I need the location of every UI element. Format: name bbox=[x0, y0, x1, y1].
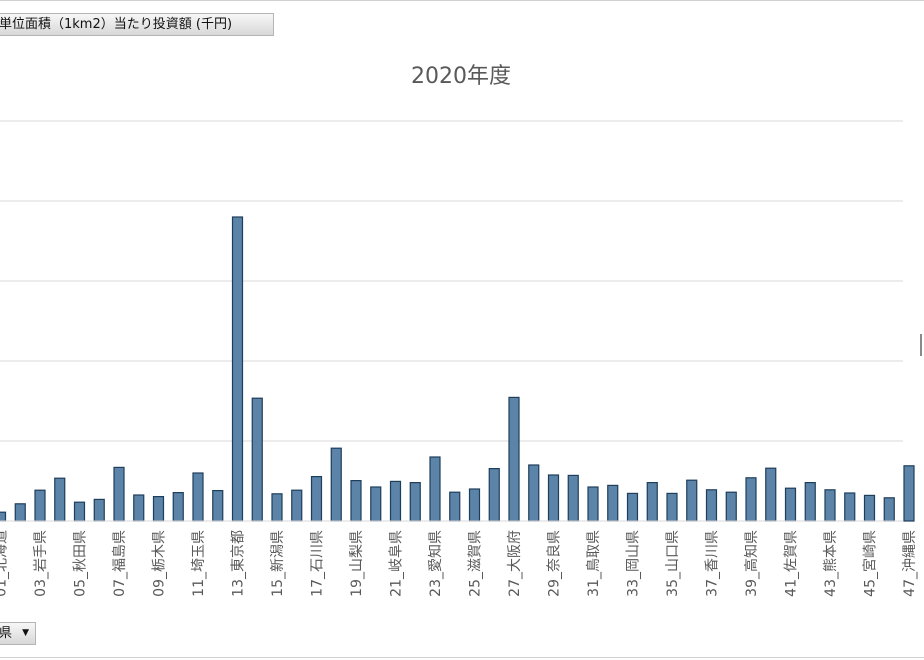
x-tick-label: 01_北海道 bbox=[0, 530, 10, 597]
bar-47_沖縄県[interactable] bbox=[903, 465, 915, 522]
x-tick-label: 25_滋賀県 bbox=[468, 530, 484, 597]
bar-20_長野県[interactable] bbox=[370, 486, 382, 522]
bar-43_熊本県[interactable] bbox=[824, 489, 836, 522]
axis-field-filter-button[interactable]: 県 ▼ bbox=[0, 622, 36, 645]
x-tick-label: 03_岩手県 bbox=[33, 530, 49, 597]
bar-34_広島県[interactable] bbox=[646, 482, 658, 522]
chart-title: 2020年度 bbox=[411, 64, 511, 89]
x-tick-label: 13_東京都 bbox=[231, 530, 247, 597]
x-tick-label: 27_大阪府 bbox=[507, 530, 523, 597]
bar-19_山梨県[interactable] bbox=[350, 480, 362, 522]
bar-07_福島県[interactable] bbox=[113, 466, 125, 522]
bar-23_愛知県[interactable] bbox=[429, 456, 441, 522]
bar-21_岐阜県[interactable] bbox=[389, 480, 402, 522]
bar-33_岡山県[interactable] bbox=[626, 492, 639, 522]
x-tick-label: 37_香川県 bbox=[705, 530, 721, 597]
bar-09_栃木県[interactable] bbox=[152, 496, 165, 522]
x-tick-label: 41_佐賀県 bbox=[784, 530, 800, 597]
bar-36_徳島県[interactable] bbox=[686, 479, 698, 522]
x-tick-label: 29_奈良県 bbox=[547, 530, 563, 597]
bar-42_長崎県[interactable] bbox=[804, 482, 816, 522]
x-tick-label: 45_宮崎県 bbox=[863, 530, 879, 597]
x-tick-label: 09_栃木県 bbox=[152, 530, 168, 597]
bar-08_茨城県[interactable] bbox=[133, 494, 145, 522]
bar-04_宮城県[interactable] bbox=[54, 477, 66, 522]
bar-37_香川県[interactable] bbox=[705, 489, 718, 522]
x-tick-label: 05_秋田県 bbox=[73, 530, 89, 597]
bars bbox=[0, 216, 915, 522]
x-tick-label: 15_新潟県 bbox=[270, 530, 286, 597]
x-tick-label: 19_山梨県 bbox=[349, 530, 365, 597]
bar-01_北海道[interactable] bbox=[0, 511, 7, 522]
bar-02_青森県[interactable] bbox=[14, 503, 26, 522]
bar-41_佐賀県[interactable] bbox=[784, 487, 797, 522]
x-tick-label: 21_岐阜県 bbox=[388, 530, 405, 597]
bar-06_山形県[interactable] bbox=[93, 498, 105, 522]
x-tick-label: 31_鳥取県 bbox=[586, 530, 602, 597]
bar-26_京都府[interactable] bbox=[488, 468, 500, 522]
bar-24_三重県[interactable] bbox=[449, 491, 461, 522]
bar-45_宮崎県[interactable] bbox=[863, 494, 876, 522]
bar-03_岩手県[interactable] bbox=[34, 489, 46, 522]
x-tick-label: 47_沖縄県 bbox=[902, 530, 918, 597]
bar-13_東京都[interactable] bbox=[231, 216, 244, 522]
legend-edge-marker bbox=[920, 334, 922, 356]
bar-32_島根県[interactable] bbox=[607, 484, 619, 522]
gridlines bbox=[0, 120, 903, 442]
bar-14_神奈川県[interactable] bbox=[251, 397, 263, 522]
bar-29_奈良県[interactable] bbox=[547, 474, 560, 522]
bar-05_秋田県[interactable] bbox=[73, 501, 86, 522]
triangle-down-icon: ▼ bbox=[22, 628, 29, 638]
x-tick-label: 07_福島県 bbox=[112, 530, 128, 597]
x-tick-label: 35_山口県 bbox=[665, 530, 681, 597]
bar-10_群馬県[interactable] bbox=[172, 492, 184, 522]
bar-16_富山県[interactable] bbox=[291, 489, 303, 522]
bar-18_福井県[interactable] bbox=[330, 447, 342, 522]
bar-44_大分県[interactable] bbox=[844, 492, 856, 522]
x-tick-label: 17_石川県 bbox=[310, 530, 326, 597]
x-tick-label: 33_岡山県 bbox=[626, 530, 642, 597]
x-tick-label: 39_高知県 bbox=[743, 530, 760, 597]
bar-28_兵庫県[interactable] bbox=[528, 464, 540, 522]
bar-38_愛媛県[interactable] bbox=[725, 491, 737, 522]
bar-35_山口県[interactable] bbox=[666, 492, 678, 522]
bar-chart: 2020年度 01_北海道 03_岩手県 05_秋田県 07_福島県 09_栃木県 11_… bbox=[0, 64, 918, 597]
bar-30_和歌山県[interactable] bbox=[567, 474, 579, 522]
bar-39_高知県[interactable] bbox=[745, 477, 757, 522]
bar-40_福岡県[interactable] bbox=[765, 467, 777, 522]
bar-12_千葉県[interactable] bbox=[212, 490, 224, 522]
x-tick-label: 43_熊本県 bbox=[823, 530, 839, 597]
x-tick-label: 23_愛知県 bbox=[427, 530, 444, 597]
bar-15_新潟県[interactable] bbox=[271, 493, 283, 522]
bar-25_滋賀県[interactable] bbox=[468, 488, 481, 522]
bar-27_大阪府[interactable] bbox=[508, 396, 520, 522]
chart-area-bottom-border bbox=[0, 657, 924, 658]
bar-11_埼玉県[interactable] bbox=[192, 472, 204, 522]
bar-31_鳥取県[interactable] bbox=[587, 486, 599, 522]
x-tick-labels: 01_北海道 03_岩手県 05_秋田県 07_福島県 09_栃木県 11_埼玉県 13_東… bbox=[0, 530, 918, 597]
bar-22_静岡県[interactable] bbox=[409, 482, 421, 522]
bar-17_石川県[interactable] bbox=[310, 476, 323, 522]
x-tick-label: 11_埼玉県 bbox=[191, 530, 207, 597]
axis-field-label: 県 bbox=[0, 626, 13, 641]
bar-46_鹿児島県[interactable] bbox=[883, 497, 895, 522]
